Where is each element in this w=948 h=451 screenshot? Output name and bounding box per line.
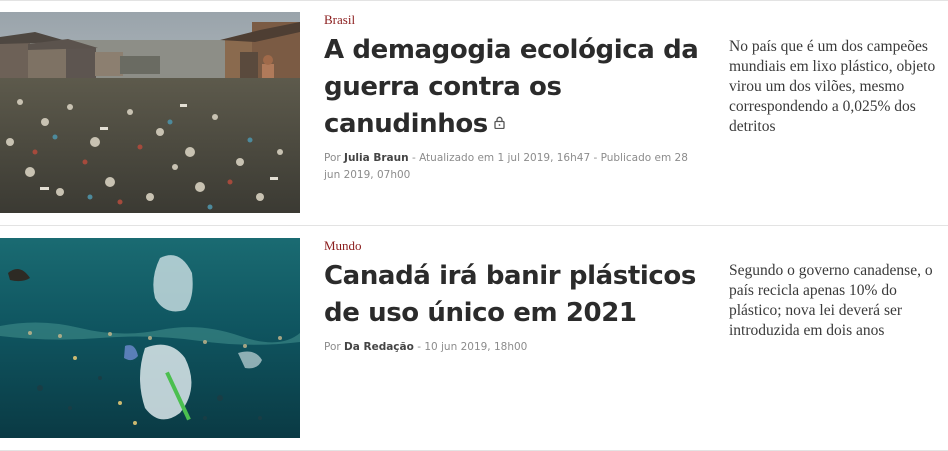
article-headline-text: A demagogia ecológica da guerra contra o… [324, 35, 699, 139]
article-headline[interactable]: A demagogia ecológica da guerra contra o… [324, 32, 704, 143]
article-byline: Por Da Redação - 10 jun 2019, 18h00 [324, 339, 704, 356]
byline-prefix: Por [324, 152, 341, 164]
article-summary: Segundo o governo canadense, o país reci… [729, 262, 933, 339]
byline-author[interactable]: Julia Braun [344, 152, 409, 164]
divider [0, 225, 948, 226]
article-thumbnail-ocean-plastic[interactable] [0, 238, 300, 438]
article-category[interactable]: Mundo [324, 238, 704, 254]
lock-icon [494, 116, 505, 129]
byline-prefix: Por [324, 341, 341, 353]
article-content: Mundo Canadá irá banir plásticos de uso … [324, 238, 704, 356]
article-card: Brasil A demagogia ecológica da guerra c… [0, 12, 948, 213]
article-thumbnail-polluted-river[interactable] [0, 12, 300, 213]
article-card: Mundo Canadá irá banir plásticos de uso … [0, 238, 948, 438]
byline-author[interactable]: Da Redação [344, 341, 414, 353]
article-byline: Por Julia Braun - Atualizado em 1 jul 20… [324, 150, 704, 184]
divider [0, 0, 948, 1]
article-category[interactable]: Brasil [324, 12, 704, 28]
article-summary: No país que é um dos campeões mundiais e… [729, 38, 936, 135]
byline-date: - 10 jun 2019, 18h00 [417, 341, 528, 353]
article-content: Brasil A demagogia ecológica da guerra c… [324, 12, 704, 184]
byline-updated: - Atualizado em 1 jul 2019, 16h47 [411, 152, 591, 164]
article-headline-text: Canadá irá banir plásticos de uso único … [324, 261, 696, 328]
ocean-plastic-photo-icon [0, 238, 300, 438]
article-headline[interactable]: Canadá irá banir plásticos de uso único … [324, 258, 704, 332]
article-feed: Brasil A demagogia ecológica da guerra c… [0, 0, 948, 451]
polluted-river-photo-icon [0, 12, 300, 213]
